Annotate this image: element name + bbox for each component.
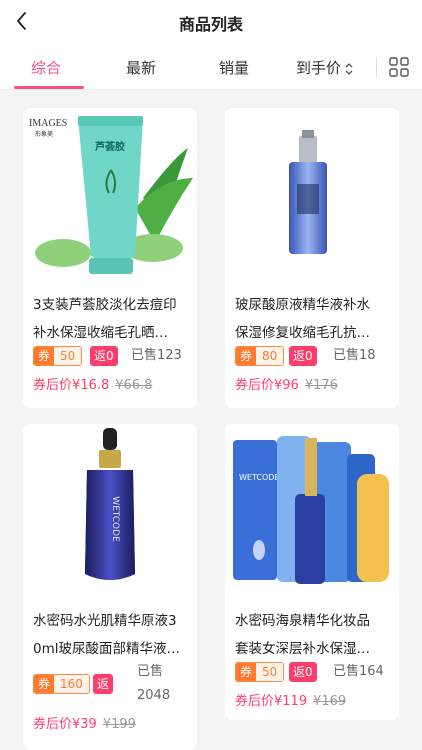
tab-comprehensive[interactable]: 综合 [31,57,61,78]
product-title-line1: 玻尿酸原液精华液补水 [235,297,370,313]
product-image: WETCODE [23,424,197,598]
coupon-value: 80 [256,347,284,365]
product-image: IMAGES 形象美 芦荟胶 [23,108,197,282]
product-card[interactable]: WETCODE 水密码水光肌精华原液3 0ml玻尿酸面部精华液… 券 160 返 … [23,424,197,750]
coupon-value: 50 [256,663,284,681]
price: ¥16.8 [72,378,110,393]
price: ¥119 [274,694,308,709]
original-price: ¥169 [313,694,347,709]
tab-final-price[interactable]: 到手价 [296,57,354,78]
price-row: 券后价¥119 ¥169 [235,690,346,709]
top-bar: 商品列表 [0,0,422,44]
original-price: ¥199 [102,717,136,732]
price-row: 券后价¥16.8 ¥66.8 [33,374,152,393]
coupon-value: 160 [54,675,89,693]
sold-count: 已售123 [131,348,182,363]
coupon-badge: 券 50 [33,346,83,366]
product-title: 水密码水光肌精华原液3 0ml玻尿酸面部精华液… [33,607,189,663]
product-title-line2: 保湿修复收缩毛孔抗… [235,325,370,341]
sold-count: 已售18 [333,348,376,363]
product-title: 玻尿酸原液精华液补水 保湿修复收缩毛孔抗… [235,291,391,347]
coupon-tag: 券 [34,347,54,365]
brand-text: WETCODE [110,496,120,542]
rebate-tag: 返0 [290,663,316,681]
price-label: 券后价 [235,694,275,709]
rebate-badge: 返0 [90,346,118,366]
rebate-badge: 返0 [289,346,317,366]
coupon-tag: 券 [236,663,256,681]
rebate-badge: 返 [93,674,114,694]
price: ¥96 [274,378,299,393]
product-name-on-tube: 芦荟胶 [95,140,125,153]
product-title-line1: 水密码海泉精华化妆品 [235,613,370,629]
active-tab-indicator [14,86,84,89]
product-image: WETCODE [225,424,399,598]
brand-cn-text: 形象美 [35,130,53,138]
coupon-value: 50 [54,347,82,365]
product-image [225,108,399,282]
page-title: 商品列表 [178,15,243,34]
price: ¥39 [72,717,97,732]
original-price: ¥66.8 [115,378,153,393]
coupon-badge: 券 160 [33,674,90,694]
product-title-line2: 补水保湿收缩毛孔晒… [33,325,168,341]
rebate-tag: 返0 [290,347,316,365]
grid-layout-icon[interactable] [388,56,410,78]
coupon-badge: 券 50 [235,662,285,682]
price-label: 券后价 [33,378,73,393]
product-card[interactable]: WETCODE 水密码海泉精华化妆品 套装女深层补水保湿… 券 50 返0 已售1… [225,424,399,720]
original-price: ¥176 [304,378,338,393]
price-row: 券后价¥96 ¥176 [235,374,338,393]
price-label: 券后价 [33,717,73,732]
price-row: 券后价¥39 ¥199 [33,713,136,732]
rebate-badge: 返0 [289,662,317,682]
product-title-line2: 0ml玻尿酸面部精华液… [33,641,180,657]
product-title: 3支装芦荟胶淡化去痘印 补水保湿收缩毛孔晒… [33,291,189,347]
product-title-line2: 套装女深层补水保湿… [235,641,370,657]
rebate-tag: 返0 [91,347,117,365]
brand-text: IMAGES [29,118,67,129]
product-card[interactable]: IMAGES 形象美 芦荟胶 3支装芦荟胶淡化去痘印 补水保湿收缩毛孔晒… 券5… [23,108,197,408]
product-title-line1: 水密码水光肌精华原液3 [33,613,177,629]
sort-toggle-icon [345,62,353,75]
sold-count: 已售164 [333,664,384,679]
tab-sales[interactable]: 销量 [219,57,249,78]
brand-text: WETCODE [239,473,279,482]
divider [376,57,377,77]
price-label: 券后价 [235,378,275,393]
product-title: 水密码海泉精华化妆品 套装女深层补水保湿… [235,607,391,663]
coupon-tag: 券 [236,347,256,365]
sort-bar: 综合 最新 销量 到手价 [0,44,422,90]
tab-final-price-label: 到手价 [296,59,342,77]
rebate-tag: 返 [94,675,113,693]
sold-number: 2048 [137,688,171,703]
coupon-badge: 券 80 [235,346,285,366]
tab-newest[interactable]: 最新 [126,57,156,78]
product-title-line1: 3支装芦荟胶淡化去痘印 [33,297,177,313]
sold-count: 已售 2048 [137,660,170,708]
sold-label: 已售 [137,664,164,679]
product-card[interactable]: 玻尿酸原液精华液补水 保湿修复收缩毛孔抗… 券 80 返0 已售18 券后价¥96… [225,108,399,408]
coupon-tag: 券 [34,675,54,693]
